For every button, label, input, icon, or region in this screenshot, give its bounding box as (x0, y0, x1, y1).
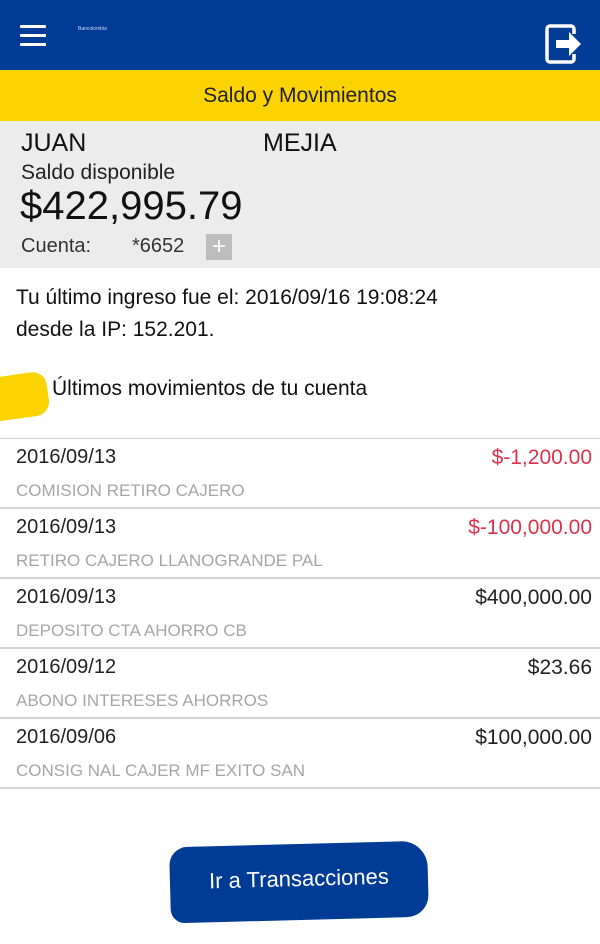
movements-list: 2016/09/13 $-1,200.00 COMISION RETIRO CA… (0, 438, 600, 789)
balance-label: Saldo disponible (21, 161, 176, 184)
account-first-name: JUAN (21, 129, 87, 157)
movement-row[interactable]: 2016/09/13 $-1,200.00 COMISION RETIRO CA… (0, 439, 600, 509)
movement-row[interactable]: 2016/09/13 $-100,000.00 RETIRO CAJERO LL… (0, 509, 600, 579)
movement-row[interactable]: 2016/09/13 $400,000.00 DEPOSITO CTA AHOR… (0, 579, 600, 649)
account-last-name: MEJIA (263, 129, 337, 157)
movement-description: COMISION RETIRO CAJERO (16, 481, 245, 500)
app-header: Bancolombia (0, 0, 600, 70)
movement-row[interactable]: 2016/09/06 $100,000.00 CONSIG NAL CAJER … (0, 719, 600, 789)
movement-date: 2016/09/13 (16, 446, 117, 468)
last-login-info: Tu último ingreso fue el: 2016/09/16 19:… (16, 282, 586, 346)
balance-amount: $422,995.79 (20, 184, 243, 228)
movements-section-title: Últimos movimientos de tu cuenta (52, 377, 368, 400)
movement-row[interactable]: 2016/09/12 $23.66 ABONO INTERESES AHORRO… (0, 649, 600, 719)
movement-amount: $400,000.00 (475, 586, 592, 609)
last-login-ip-line: desde la IP: 152.201. (16, 318, 215, 341)
movement-description: ABONO INTERESES AHORROS (16, 691, 269, 710)
movement-description: DEPOSITO CTA AHORRO CB (16, 621, 247, 640)
account-summary: JUAN MEJIA Saldo disponible $422,995.79 … (0, 121, 600, 268)
logout-icon[interactable] (544, 22, 584, 66)
account-number: *6652 (132, 235, 185, 257)
movement-description: RETIRO CAJERO LLANOGRANDE PAL (16, 551, 323, 570)
movement-amount: $-100,000.00 (468, 516, 592, 539)
account-label: Cuenta: (21, 235, 92, 257)
movement-amount: $23.66 (527, 656, 592, 679)
movement-description: CONSIG NAL CAJER MF EXITO SAN (16, 761, 306, 780)
movement-amount: $100,000.00 (475, 726, 592, 749)
movement-date: 2016/09/06 (16, 726, 117, 748)
hamburger-menu-icon[interactable] (20, 25, 46, 47)
page-title-bar: Saldo y Movimientos (0, 70, 600, 121)
movement-date: 2016/09/12 (16, 656, 117, 678)
last-login-line: Tu último ingreso fue el: 2016/09/16 19:… (16, 286, 438, 309)
movement-date: 2016/09/13 (16, 586, 117, 608)
section-marker-icon (0, 370, 51, 422)
movement-date: 2016/09/13 (16, 516, 117, 538)
account-details-plus-button[interactable]: + (206, 234, 232, 260)
go-to-transactions-button[interactable]: Ir a Transacciones (169, 840, 429, 924)
movement-amount: $-1,200.00 (491, 446, 592, 469)
page-title: Saldo y Movimientos (203, 84, 397, 107)
bank-logo: Bancolombia (78, 26, 107, 32)
